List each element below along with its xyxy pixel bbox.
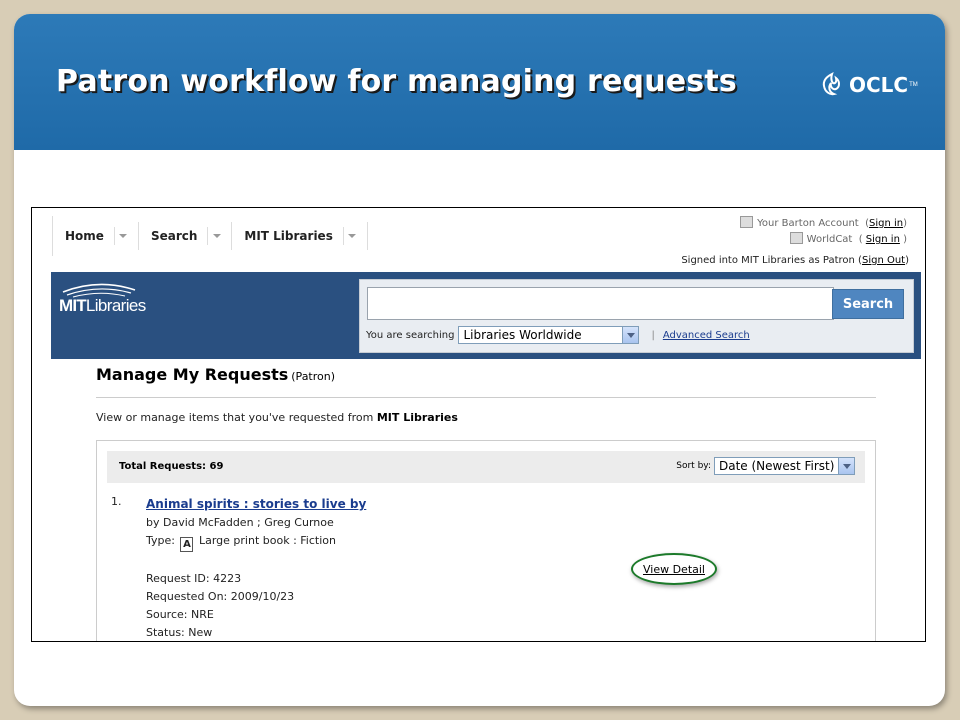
nav-item-mit-libraries[interactable]: MIT Libraries — [232, 222, 368, 250]
view-detail-highlight: View Detail — [631, 553, 717, 585]
result-authors: by David McFadden ; Greg Curnoe — [146, 516, 334, 529]
page-title-text: Manage My Requests — [96, 365, 289, 384]
search-input[interactable] — [367, 287, 834, 320]
embedded-screenshot: Home Search MIT Libraries Your Barton Ac… — [31, 207, 926, 642]
mit-logo-rest: Libraries — [85, 296, 146, 315]
nav-item-home[interactable]: Home — [53, 222, 139, 250]
result-type: Type: A Large print book : Fiction — [146, 532, 846, 552]
search-panel: Search You are searching Libraries World… — [359, 279, 914, 353]
separator: | — [651, 329, 655, 341]
view-detail-link[interactable]: View Detail — [643, 563, 705, 576]
result-title-link[interactable]: Animal spirits : stories to live by — [146, 497, 366, 511]
chevron-down-icon[interactable] — [622, 327, 639, 343]
chevron-down-icon[interactable] — [342, 227, 361, 245]
scope-select[interactable]: Libraries Worldwide — [458, 326, 640, 344]
large-print-icon: A — [180, 537, 194, 552]
signed-in-suffix: ) — [905, 255, 909, 266]
worldcat-icon — [789, 232, 803, 244]
barton-account-label: Your Barton Account — [757, 218, 859, 229]
search-button[interactable]: Search — [832, 289, 904, 319]
mit-logo-bold: MIT — [59, 296, 87, 315]
chevron-down-icon[interactable] — [113, 227, 132, 245]
top-nav: Home Search MIT Libraries — [52, 216, 368, 256]
sort-label: Sort by: — [676, 461, 711, 471]
nav-item-label: Home — [65, 229, 104, 243]
barton-account-row: Your Barton Account (Sign in) — [740, 216, 907, 232]
chevron-down-icon[interactable] — [207, 227, 225, 245]
nav-item-search[interactable]: Search — [139, 222, 233, 250]
slide-header: Patron workflow for managing requests OC… — [14, 14, 945, 150]
result-type-label: Type: — [146, 534, 175, 547]
total-requests: Total Requests: 69 — [119, 461, 224, 472]
result-type-value: Large print book : Fiction — [198, 534, 336, 547]
oclc-logo: OCLC TM — [818, 70, 918, 100]
result-number: 1. — [111, 495, 122, 508]
library-banner: MITLibraries Search You are searching Li… — [51, 272, 921, 359]
sort-control: Sort by: Date (Newest First) — [676, 457, 855, 475]
library-building-icon — [740, 216, 754, 228]
result-request-id: Request ID: 4223 — [146, 572, 242, 585]
worldcat-row: WorldCat ( Sign in ) — [740, 232, 907, 248]
results-toolbar: Total Requests: 69 Sort by: Date (Newest… — [107, 451, 865, 483]
oclc-flame-icon — [822, 72, 840, 96]
barton-sign-in-link[interactable]: Sign in — [869, 218, 903, 229]
nav-item-label: Search — [150, 229, 198, 243]
result-requested-on: Requested On: 2009/10/23 — [146, 590, 295, 603]
account-box: Your Barton Account (Sign in) WorldCat (… — [740, 216, 907, 248]
sort-select-value: Date (Newest First) — [719, 459, 835, 473]
searching-label: You are searching — [366, 329, 455, 341]
mit-libraries-logo: MITLibraries — [59, 280, 146, 320]
intro-library: MIT Libraries — [376, 411, 458, 424]
search-scope-row: You are searching Libraries Worldwide | … — [366, 326, 750, 344]
intro-prefix: View or manage items that you've request… — [96, 411, 377, 424]
nav-item-label: MIT Libraries — [244, 229, 333, 243]
oclc-logo-text: OCLC — [849, 73, 909, 97]
page-title: Manage My Requests (Patron) — [96, 365, 335, 384]
signed-in-status: Signed into MIT Libraries as Patron (Sig… — [681, 255, 909, 266]
divider — [96, 397, 876, 398]
sign-out-link[interactable]: Sign Out — [862, 255, 905, 266]
advanced-search-link[interactable]: Advanced Search — [663, 330, 750, 341]
slide-title: Patron workflow for managing requests — [56, 64, 737, 99]
result-body: Animal spirits : stories to live by by D… — [146, 495, 846, 641]
worldcat-label: WorldCat — [806, 234, 853, 245]
signed-in-text: Signed into MIT Libraries as Patron ( — [681, 255, 862, 266]
result-source: Source: NRE — [146, 608, 214, 621]
page-title-role: (Patron) — [291, 370, 336, 383]
intro-text: View or manage items that you've request… — [96, 411, 458, 424]
sort-select[interactable]: Date (Newest First) — [714, 457, 855, 475]
chevron-down-icon[interactable] — [838, 458, 854, 474]
result-status: Status: New — [146, 626, 213, 639]
scope-select-value: Libraries Worldwide — [463, 328, 582, 342]
worldcat-sign-in-link[interactable]: Sign in — [866, 234, 900, 245]
slide: Patron workflow for managing requests OC… — [14, 14, 945, 706]
results-box: Total Requests: 69 Sort by: Date (Newest… — [96, 440, 876, 641]
oclc-logo-tm: TM — [909, 82, 918, 88]
